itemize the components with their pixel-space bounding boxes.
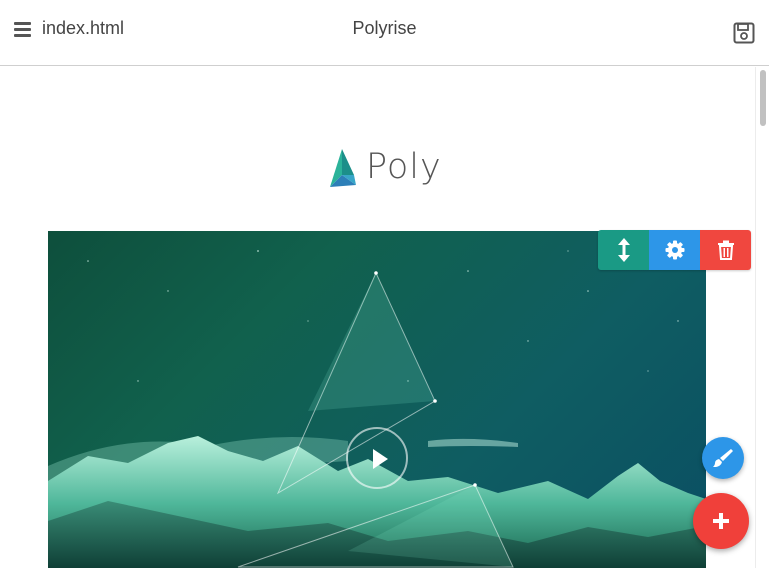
delete-block-button[interactable] <box>700 230 751 270</box>
page-canvas[interactable]: Poly <box>0 67 769 568</box>
poly-triangle-logo-icon <box>330 149 356 187</box>
paintbrush-icon <box>713 449 733 467</box>
play-icon <box>373 449 388 469</box>
poly-logo: Poly <box>320 147 442 191</box>
gear-icon <box>665 240 684 260</box>
trash-icon <box>717 240 734 260</box>
add-block-button[interactable] <box>693 493 749 549</box>
scrollbar-thumb[interactable] <box>760 70 766 126</box>
vertical-resize-icon <box>617 238 630 262</box>
vertical-scrollbar[interactable] <box>755 67 769 568</box>
hero-background-image <box>48 250 706 568</box>
logo-text: Poly <box>366 147 442 187</box>
plus-icon <box>713 513 729 529</box>
hamburger-menu-icon[interactable] <box>14 20 34 40</box>
floppy-disk-icon[interactable] <box>733 22 755 44</box>
resize-block-button[interactable] <box>598 230 649 270</box>
play-button[interactable] <box>346 427 408 489</box>
hero-video-block[interactable] <box>48 231 706 568</box>
top-bar: index.html Polyrise <box>0 0 769 66</box>
design-brush-button[interactable] <box>702 437 744 479</box>
block-toolbar <box>598 230 751 270</box>
block-settings-button[interactable] <box>649 230 700 270</box>
file-name: index.html <box>42 18 125 38</box>
